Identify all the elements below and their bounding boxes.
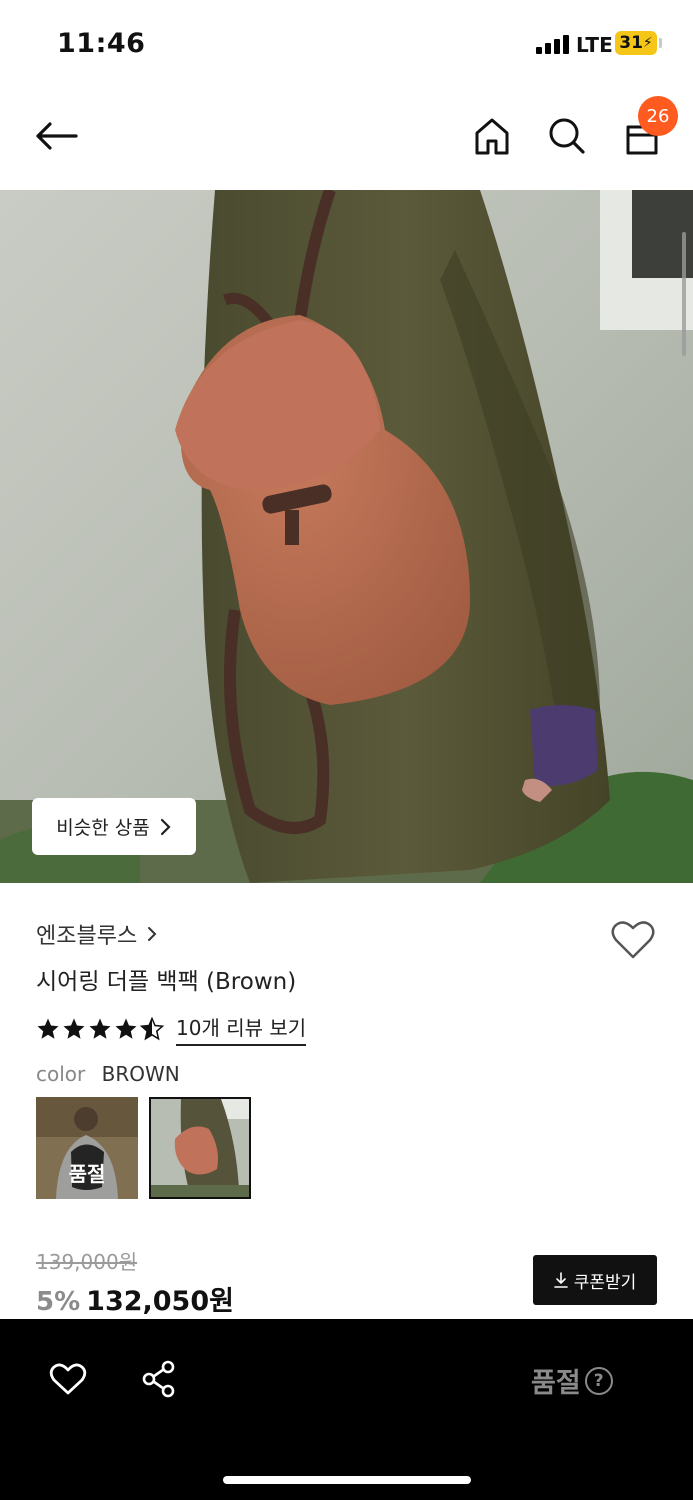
home-indicator	[223, 1476, 471, 1484]
heart-outline-icon	[611, 921, 655, 959]
coupon-label: 쿠폰받기	[573, 1272, 637, 1293]
brand-name: 엔조블루스	[36, 924, 138, 949]
download-icon	[553, 1272, 568, 1288]
share-button[interactable]	[137, 1357, 181, 1401]
sale-price-row: 5% 132,050원	[36, 1279, 234, 1318]
star-half-icon	[140, 1017, 164, 1041]
color-swatch-soldout[interactable]: 품절	[36, 1097, 138, 1199]
soldout-overlay: 품절	[68, 1161, 106, 1186]
search-icon	[549, 118, 585, 154]
product-image[interactable]	[0, 190, 693, 883]
arrow-left-icon	[36, 122, 78, 150]
star-full-icon	[89, 1018, 111, 1039]
swatch-image	[151, 1099, 249, 1197]
image-scroll-indicator	[682, 232, 686, 356]
sale-price: 132,050원	[86, 1286, 234, 1317]
cart-count-badge: 26	[638, 96, 678, 136]
wishlist-button[interactable]	[610, 918, 656, 962]
chevron-right-icon	[160, 818, 171, 835]
chevron-right-icon	[148, 927, 157, 941]
star-full-icon	[37, 1018, 59, 1039]
rating-stars	[36, 1017, 164, 1041]
battery-level: 31	[619, 33, 643, 53]
status-time: 11:46	[57, 28, 146, 59]
similar-products-label: 비슷한 상품	[56, 817, 150, 839]
bottom-wishlist-button[interactable]	[46, 1357, 90, 1401]
home-icon	[475, 118, 509, 155]
status-bar: 11:46 LTE 31 ⚡	[0, 0, 693, 88]
coupon-download-button[interactable]: 쿠폰받기	[533, 1255, 657, 1305]
star-full-icon	[115, 1018, 137, 1039]
soldout-label: 품절	[531, 1368, 581, 1399]
original-price: 139,000원	[36, 1250, 138, 1274]
home-button[interactable]	[466, 110, 518, 162]
top-nav	[0, 88, 693, 190]
signal-icon	[536, 34, 570, 54]
heart-outline-icon	[49, 1363, 87, 1395]
soldout-status: 품절 ?	[531, 1361, 613, 1400]
color-value: BROWN	[101, 1062, 180, 1086]
product-name: 시어링 더플 백팩 (Brown)	[36, 969, 297, 995]
share-icon	[142, 1360, 175, 1398]
color-label: color	[36, 1062, 86, 1086]
battery-icon: 31 ⚡	[615, 31, 657, 55]
review-link[interactable]: 10개 리뷰 보기	[176, 1012, 307, 1046]
star-full-icon	[63, 1018, 85, 1039]
discount-rate: 5%	[36, 1287, 81, 1317]
battery-tip	[659, 38, 662, 48]
brand-link[interactable]: 엔조블루스	[36, 918, 157, 950]
back-button[interactable]	[30, 110, 82, 162]
color-swatch-brown[interactable]	[149, 1097, 251, 1199]
search-button[interactable]	[541, 110, 593, 162]
product-photo	[0, 190, 693, 883]
bottom-action-bar: 품절 ?	[0, 1319, 693, 1500]
help-icon[interactable]: ?	[584, 1366, 613, 1395]
similar-products-button[interactable]: 비슷한 상품	[32, 798, 196, 855]
rating-row: 10개 리뷰 보기	[36, 1012, 307, 1046]
color-option-row: color BROWN	[36, 1062, 180, 1086]
network-label: LTE	[576, 33, 613, 57]
